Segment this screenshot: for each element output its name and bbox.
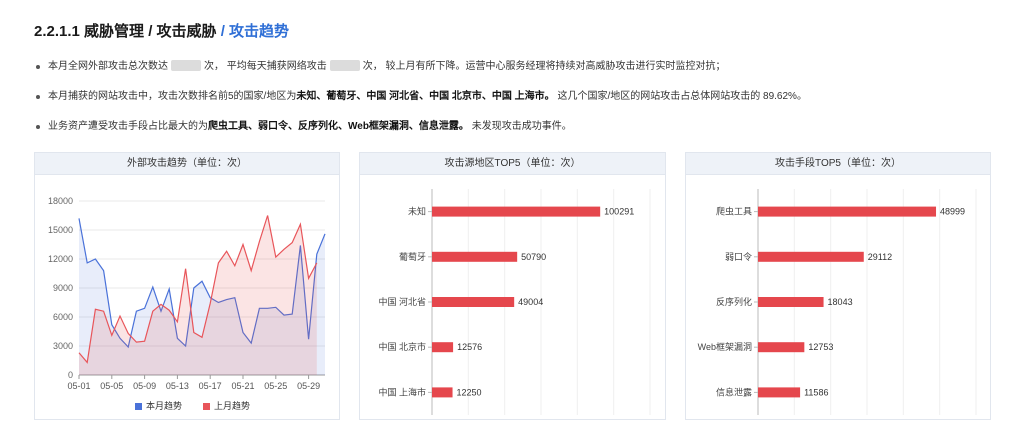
bar [758,387,801,398]
bar-value-label: 50790 [521,252,546,262]
attack-method-chart: 爬虫工具 48999 弱口令 29112 反序列化 18043 Web框架漏洞 12753 信息… [698,189,977,415]
bar [432,206,601,217]
panel-title: 攻击源地区TOP5（单位：次） [360,153,665,175]
legend-label: 本月趋势 [146,400,182,411]
category-label: 中国 北京市 [378,341,426,352]
section-title: 2.2.1.1 威胁管理 / 攻击威胁 / 攻击趋势 [34,20,289,41]
title-accent: / 攻击趋势 [216,23,290,40]
source-region-panel: 攻击源地区TOP5（单位：次） 未知 100291 葡萄牙 50790 中国 河北省 49… [359,152,666,420]
y-tick-label: 0 [68,370,73,380]
y-tick-label: 15000 [48,225,73,235]
category-label: 弱口令 [725,251,752,262]
bar-value-label: 49004 [518,297,543,307]
bar-value-label: 100291 [604,207,634,217]
x-tick-label: 05-25 [264,381,287,391]
bar [758,342,805,353]
category-label: 反序列化 [716,296,752,307]
x-tick-label: 05-17 [199,381,222,391]
bar-value-label: 11586 [804,387,828,397]
bar [432,251,518,262]
bar-value-label: 29112 [868,252,892,262]
y-tick-label: 18000 [48,196,73,206]
redacted-value [329,60,360,71]
category-label: 葡萄牙 [399,251,426,262]
summary-bullets: 本月全网外部攻击总次数达 次， 平均每天捕获网络攻击 次， 较上月有所下降。运营中心… [34,60,994,150]
category-label: Web框架漏洞 [698,341,752,352]
bar [758,297,824,307]
category-label: 未知 [408,206,426,217]
attack-trend-panel: 外部攻击趋势（单位：次） 0 3000 6000 9000 12000 15000 1800… [34,152,340,420]
legend-swatch [203,403,210,410]
b3-text-a: 业务资产遭受攻击手段占比最大的为 [48,121,208,132]
x-tick-label: 05-13 [166,381,189,391]
bar-value-label: 12250 [457,387,482,397]
bar [432,387,453,398]
y-tick-label: 3000 [53,341,73,351]
x-tick-label: 05-29 [297,381,320,391]
b2-text-c: 这几个国家/地区的网站攻击占总体网站攻击的 89.62%。 [554,91,807,102]
b3-text-c: 未发现攻击成功事件。 [468,121,572,132]
category-label: 中国 河北省 [378,296,426,307]
category-label: 信息泄露 [716,386,752,397]
summary-bullet-1: 本月全网外部攻击总次数达 次， 平均每天捕获网络攻击 次， 较上月有所下降。运营中心… [34,60,994,74]
bar-value-label: 18043 [828,297,853,307]
panel-title: 外部攻击趋势（单位：次） [35,153,339,175]
b2-text-a: 本月捕获的网站攻击中，攻击次数排名前5的国家/地区为 [48,91,297,102]
b3-text-b: 爬虫工具、弱口令、反序列化、Web框架漏洞、信息泄露。 [208,121,469,132]
y-tick-label: 9000 [53,283,73,293]
x-tick-label: 05-01 [67,381,90,391]
category-label: 中国 上海市 [378,386,426,397]
b1-text-b: 次， 平均每天捕获网络攻击 [204,61,327,72]
bar [758,251,864,262]
redacted-value [171,60,201,71]
x-tick-label: 05-21 [231,381,254,391]
summary-bullet-2: 本月捕获的网站攻击中，攻击次数排名前5的国家/地区为未知、葡萄牙、中国 河北省、… [34,90,994,104]
legend-swatch [135,403,142,410]
x-tick-label: 05-09 [133,381,156,391]
bar [758,206,937,217]
bar [432,342,454,353]
bar-value-label: 12576 [457,342,482,352]
legend-label: 上月趋势 [214,400,250,411]
b1-text-c: 次， 较上月有所下降。运营中心服务经理将持续对高威胁攻击进行实时监控对抗； [362,61,726,72]
y-tick-label: 12000 [48,254,73,264]
attack-trend-chart: 0 3000 6000 9000 12000 15000 18000 05-01 05-05 05… [48,196,326,411]
b1-text-a: 本月全网外部攻击总次数达 [48,61,168,72]
panel-title: 攻击手段TOP5（单位：次） [686,153,990,175]
bar-value-label: 12753 [808,342,833,352]
attack-method-panel: 攻击手段TOP5（单位：次） 爬虫工具 48999 弱口令 29112 反序列化 1804… [685,152,991,420]
title-main: 2.2.1.1 威胁管理 / 攻击威胁 [34,23,217,40]
watermark [0,140,22,220]
bar-value-label: 48999 [940,207,965,217]
summary-bullet-3: 业务资产遭受攻击手段占比最大的为爬虫工具、弱口令、反序列化、Web框架漏洞、信息… [34,120,994,134]
category-label: 爬虫工具 [716,206,752,217]
source-region-chart: 未知 100291 葡萄牙 50790 中国 河北省 49004 中国 北京市 12576 中国… [378,189,651,415]
x-tick-label: 05-05 [100,381,123,391]
bar [432,297,515,307]
y-tick-label: 6000 [53,312,73,322]
b2-text-b: 未知、葡萄牙、中国 河北省、中国 北京市、中国 上海市。 [296,91,555,102]
